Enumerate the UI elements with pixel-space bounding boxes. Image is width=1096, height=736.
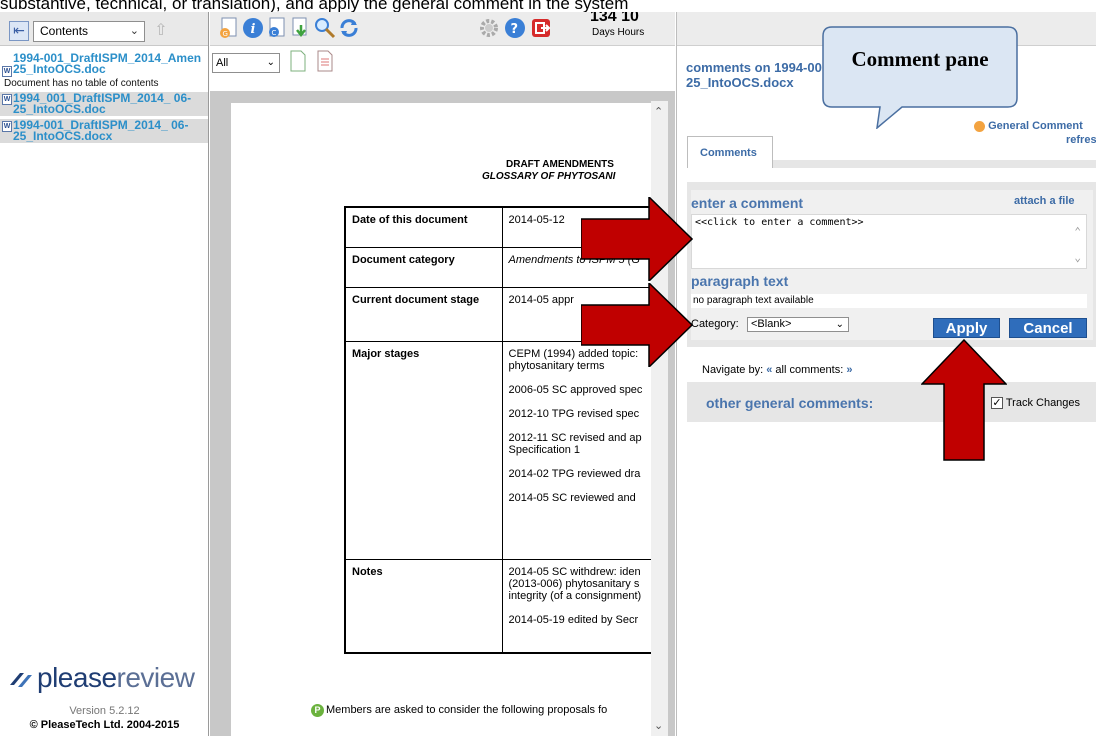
value-line: 2014-02 TPG reviewed dra [508, 467, 641, 480]
document-item-3[interactable]: W 1994-001_DraftISPM_2014_ 06-25_IntoOCS… [0, 118, 208, 143]
document-comment-icon[interactable]: C [266, 17, 288, 39]
scroll-up-icon[interactable]: ⌃ [654, 105, 663, 118]
document-subtitle: GLOSSARY OF PHYTOSANI [482, 171, 616, 182]
row-key: Notes [344, 558, 503, 654]
logo-text-review: review [116, 662, 195, 693]
pleasereview-logo: pleasereview [8, 662, 195, 694]
value-line: 2014-05 SC withdrew: iden (2013-006) phy… [508, 565, 642, 602]
navigate-label: Navigate by: [702, 364, 764, 376]
tab-comments[interactable]: Comments [687, 136, 773, 168]
refresh-link[interactable]: refres [1066, 134, 1096, 146]
sidebar-toolbar: ⇤ Contents ⌄ ⇧ [0, 12, 208, 46]
paragraph-comment-note[interactable]: P Members are asked to consider the follo… [311, 704, 671, 717]
category-select-value: <Blank> [751, 318, 792, 330]
enter-comment-label: enter a comment [691, 195, 804, 211]
row-key: Document category [344, 246, 503, 288]
contents-select[interactable]: Contents ⌄ [33, 21, 145, 42]
all-comments-label: all comments: [775, 364, 844, 376]
word-document-icon: W [2, 94, 12, 105]
svg-text:?: ? [511, 22, 519, 37]
svg-text:G: G [223, 30, 228, 38]
blank-page-icon[interactable] [289, 50, 307, 72]
collapse-sidebar-icon[interactable]: ⇤ [9, 21, 29, 41]
annotation-arrow-icon [921, 339, 1007, 461]
table-row: Notes 2014-05 SC withdrew: iden (2013-00… [344, 558, 664, 654]
next-comment-link[interactable]: » [846, 364, 852, 376]
chevron-down-icon: ⌄ [266, 57, 275, 68]
word-document-icon: W [2, 121, 12, 132]
logo-mark-icon [10, 672, 32, 687]
svg-text:i: i [251, 22, 256, 37]
row-value: CEPM (1994) added topic: phytosanitary t… [501, 340, 664, 560]
annotation-arrow-icon [581, 283, 693, 367]
refresh-icon[interactable] [338, 17, 360, 39]
filter-select[interactable]: All ⌄ [212, 53, 280, 73]
document-label: 1994-001_DraftISPM_2014_ 06-25_IntoOCS.d… [13, 118, 189, 143]
track-changes-label: Track Changes [1005, 397, 1081, 409]
chevron-down-icon: ⌄ [835, 319, 844, 330]
svg-text:C: C [272, 29, 277, 37]
document-list: W 1994-001_DraftISPM_2014_Amen 25_IntoOC… [0, 51, 208, 143]
paragraph-text-label: paragraph text [691, 273, 789, 289]
word-document-icon: W [2, 66, 12, 77]
no-toc-note: Document has no table of contents [4, 78, 159, 89]
days-remaining-value: 134 10 [590, 12, 639, 25]
chevron-down-icon: ⌄ [129, 25, 139, 37]
attach-file-link[interactable]: attach a file [1014, 195, 1075, 207]
document-label: 1994_001_DraftISPM_2014_ 06-25_IntoOCS.d… [13, 91, 192, 116]
comment-textarea[interactable]: <<click to enter a comment>> ⌃ ⌄ [691, 214, 1087, 269]
document-title: DRAFT AMENDMENTS [506, 159, 614, 170]
document-sidebar: ⇤ Contents ⌄ ⇧ W 1994-001_DraftISPM_2014… [0, 12, 209, 736]
other-general-comments-label: other general comments: [706, 395, 874, 411]
up-arrow-icon[interactable]: ⇧ [152, 20, 170, 42]
filter-bar: All ⌄ [210, 46, 675, 91]
document-view-icon[interactable] [316, 50, 334, 72]
value-line: 2014-05-19 edited by Secr [508, 613, 639, 626]
value-line: 2014-05 SC reviewed and [508, 491, 636, 504]
apply-button[interactable]: Apply [933, 318, 1000, 338]
document-item-1[interactable]: W 1994-001_DraftISPM_2014_Amen 25_IntoOC… [0, 51, 208, 77]
row-key: Current document stage [344, 286, 503, 342]
download-document-icon[interactable] [290, 17, 312, 39]
scroll-down-icon[interactable]: ⌄ [1074, 251, 1081, 264]
days-remaining-label: Days Hours [592, 27, 645, 38]
scroll-up-icon[interactable]: ⌃ [1074, 225, 1081, 238]
filter-select-value: All [216, 57, 229, 69]
main-toolbar: G i C ? 134 10 Days Hours [210, 12, 675, 46]
value-line: 2006-05 SC approved spec [508, 383, 643, 396]
document-viewer: G i C ? 134 10 Days Hours All ⌄ DRAFT AM… [210, 12, 675, 736]
value-line: 2012-11 SC revised and ap Specification … [508, 431, 642, 456]
previous-comment-link[interactable]: « [766, 364, 772, 376]
value-line: 2012-10 TPG revised spec [508, 407, 640, 420]
document-label: 1994-001_DraftISPM_2014_Amen 25_IntoOCS.… [13, 51, 202, 76]
help-icon[interactable]: ? [504, 17, 526, 39]
version-label: Version 5.2.12 [69, 705, 140, 717]
copyright-label: © PleaseTech Ltd. 2004-2015 [29, 719, 180, 731]
comment-placeholder: <<click to enter a comment>> [695, 217, 864, 228]
exit-icon[interactable] [530, 17, 552, 39]
table-row: Major stages CEPM (1994) added topic: ph… [344, 340, 664, 560]
info-icon[interactable]: i [242, 17, 264, 39]
paragraph-marker-icon[interactable]: P [311, 704, 324, 717]
paragraph-text: Members are asked to consider the follow… [326, 704, 608, 716]
document-item-2[interactable]: W 1994_001_DraftISPM_2014_ 06-25_IntoOCS… [0, 91, 208, 116]
search-icon[interactable] [314, 17, 336, 39]
general-comment-icon[interactable]: G [218, 17, 240, 39]
paragraph-text-value: no paragraph text available [691, 294, 1087, 308]
settings-gear-icon[interactable] [478, 17, 500, 39]
logo-text-please: please [37, 662, 117, 693]
cancel-button[interactable]: Cancel [1009, 318, 1087, 338]
category-select[interactable]: <Blank> ⌄ [747, 317, 849, 332]
row-key: Date of this document [344, 206, 503, 248]
annotation-arrow-icon [581, 197, 693, 281]
contents-select-value: Contents [40, 24, 89, 38]
instruction-caption: substantive, technical, or translation),… [0, 0, 629, 12]
comment-pane-callout [822, 26, 1018, 129]
category-label: Category: [691, 318, 739, 330]
scroll-down-icon[interactable]: ⌄ [654, 719, 663, 732]
comment-navigation: Navigate by: « all comments: » [702, 364, 852, 376]
callout-text: Comment pane [851, 47, 989, 71]
row-value: 2014-05 SC withdrew: iden (2013-006) phy… [501, 558, 664, 654]
row-key: Major stages [344, 340, 503, 560]
